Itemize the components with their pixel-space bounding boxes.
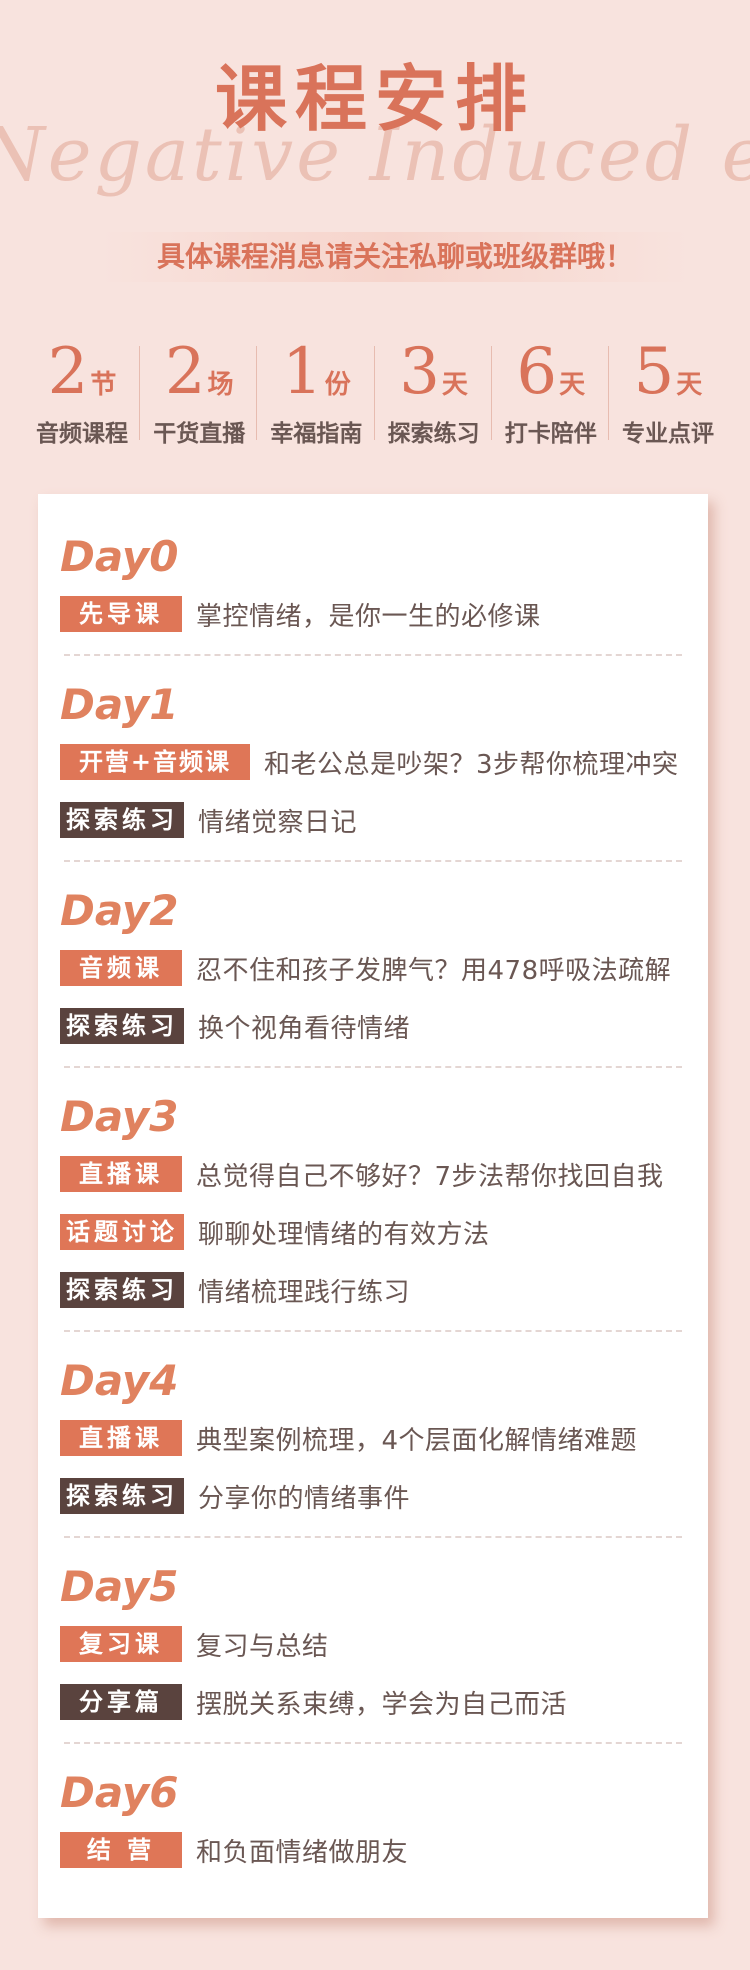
stat-item: 2场 干货直播 (139, 335, 253, 448)
day-section-1: Day1 开营+音频课 和老公总是吵架？3步帮你梳理冲突 探索练习 情绪觉察日记 (38, 676, 708, 850)
dashed-divider (64, 1066, 682, 1068)
course-tag: 直播课 (60, 1420, 182, 1456)
course-tag: 先导课 (60, 596, 182, 632)
stat-number: 3 (399, 335, 440, 409)
stats-row: 2节 音频课程 2场 干货直播 1份 幸福指南 3天 探索练习 6天 打卡陪伴 … (28, 338, 722, 448)
schedule-row: 探索练习 情绪梳理践行练习 (60, 1262, 708, 1318)
stat-item: 5天 专业点评 (607, 335, 722, 448)
stat-label: 探索练习 (387, 421, 480, 447)
stat-item: 1份 幸福指南 (256, 335, 370, 448)
course-description: 换个视角看待情绪 (198, 1013, 411, 1044)
stat-number: 2 (164, 335, 206, 409)
stat-number: 1 (282, 335, 323, 409)
course-tag: 直播课 (60, 1156, 182, 1192)
stat-number: 5 (633, 335, 675, 409)
course-description: 和负面情绪做朋友 (196, 1837, 409, 1868)
day-section-2: Day2 音频课 忍不住和孩子发脾气？用478呼吸法疏解 探索练习 换个视角看待… (38, 882, 708, 1056)
course-description: 和老公总是吵架？3步帮你梳理冲突 (264, 749, 679, 780)
course-tag: 探索练习 (60, 802, 184, 838)
schedule-row: 直播课 典型案例梳理，4个层面化解情绪难题 (60, 1410, 708, 1466)
course-tag: 复习课 (60, 1626, 182, 1662)
day-section-6: Day6 结 营 和负面情绪做朋友 (38, 1764, 708, 1880)
course-tag: 音频课 (60, 950, 182, 986)
day-title: Day2 (60, 886, 179, 935)
course-description: 情绪梳理践行练习 (198, 1277, 411, 1308)
course-tag: 结 营 (60, 1832, 182, 1868)
day-title: Day1 (60, 680, 179, 729)
dashed-divider (64, 860, 682, 862)
course-tag: 话题讨论 (60, 1214, 184, 1250)
schedule-row: 探索练习 换个视角看待情绪 (60, 998, 708, 1054)
schedule-row: 开营+音频课 和老公总是吵架？3步帮你梳理冲突 (60, 734, 708, 790)
course-tag: 探索练习 (60, 1008, 184, 1044)
stat-label: 打卡陪伴 (504, 421, 597, 447)
schedule-row: 音频课 忍不住和孩子发脾气？用478呼吸法疏解 (60, 940, 708, 996)
stat-item: 2节 音频课程 (28, 338, 136, 448)
schedule-row: 话题讨论 聊聊处理情绪的有效方法 (60, 1204, 708, 1260)
day-section-3: Day3 直播课 总觉得自己不够好？7步法帮你找回自我 话题讨论 聊聊处理情绪的… (38, 1088, 708, 1320)
course-description: 典型案例梳理，4个层面化解情绪难题 (196, 1425, 638, 1456)
course-description: 聊聊处理情绪的有效方法 (198, 1219, 490, 1250)
header: Negative Induced emotion 课程安排 具体课程消息请关注私… (0, 0, 750, 470)
day-title: Day6 (60, 1768, 179, 1817)
course-tag: 分享篇 (60, 1684, 182, 1720)
course-description: 总觉得自己不够好？7步法帮你找回自我 (196, 1161, 664, 1192)
stat-label: 专业点评 (621, 421, 714, 447)
schedule-row: 分享篇 摆脱关系束缚，学会为自己而活 (60, 1674, 708, 1730)
stat-label: 音频课程 (36, 421, 128, 447)
page-title: 课程安排 (214, 56, 535, 141)
day-section-5: Day5 复习课 复习与总结 分享篇 摆脱关系束缚，学会为自己而活 (38, 1558, 708, 1732)
course-tag: 探索练习 (60, 1478, 184, 1514)
stat-unit: 天 (676, 370, 703, 400)
schedule-row: 复习课 复习与总结 (60, 1616, 708, 1672)
course-description: 摆脱关系束缚，学会为自己而活 (196, 1689, 568, 1720)
subtitle-banner: 具体课程消息请关注私聊或班级群哦！ (100, 232, 690, 282)
dashed-divider (64, 1742, 682, 1744)
day-title: Day3 (60, 1092, 179, 1141)
schedule-row: 结 营 和负面情绪做朋友 (60, 1822, 708, 1878)
stat-number: 2 (47, 335, 89, 409)
stat-label: 幸福指南 (270, 421, 363, 447)
stat-label: 干货直播 (153, 421, 246, 447)
course-description: 复习与总结 (196, 1631, 329, 1662)
course-description: 掌控情绪，是你一生的必修课 (196, 601, 541, 632)
schedule-row: 探索练习 情绪觉察日记 (60, 792, 708, 848)
stat-item: 3天 探索练习 (373, 335, 488, 448)
stat-unit: 天 (441, 370, 468, 400)
stat-item: 6天 打卡陪伴 (490, 335, 605, 448)
stat-unit: 天 (559, 370, 586, 400)
day-title: Day0 (60, 532, 179, 581)
course-description: 忍不住和孩子发脾气？用478呼吸法疏解 (196, 955, 672, 986)
course-tag: 探索练习 (60, 1272, 184, 1308)
course-description: 分享你的情绪事件 (198, 1483, 411, 1514)
day-title: Day5 (60, 1562, 179, 1611)
stat-unit: 节 (90, 370, 117, 400)
course-tag: 开营+音频课 (60, 744, 250, 780)
day-section-0: Day0 先导课 掌控情绪，是你一生的必修课 (38, 528, 708, 644)
stat-number: 6 (516, 335, 558, 409)
stat-unit: 份 (324, 370, 351, 400)
day-section-4: Day4 直播课 典型案例梳理，4个层面化解情绪难题 探索练习 分享你的情绪事件 (38, 1352, 708, 1526)
course-description: 情绪觉察日记 (198, 807, 358, 838)
dashed-divider (64, 1330, 682, 1332)
day-title: Day4 (60, 1356, 179, 1405)
dashed-divider (64, 1536, 682, 1538)
schedule-card: Day0 先导课 掌控情绪，是你一生的必修课 Day1 开营+音频课 和老公总是… (38, 494, 708, 1918)
dashed-divider (64, 654, 682, 656)
schedule-row: 先导课 掌控情绪，是你一生的必修课 (60, 586, 708, 642)
schedule-row: 探索练习 分享你的情绪事件 (60, 1468, 708, 1524)
stat-unit: 场 (207, 370, 234, 400)
schedule-row: 直播课 总觉得自己不够好？7步法帮你找回自我 (60, 1146, 708, 1202)
